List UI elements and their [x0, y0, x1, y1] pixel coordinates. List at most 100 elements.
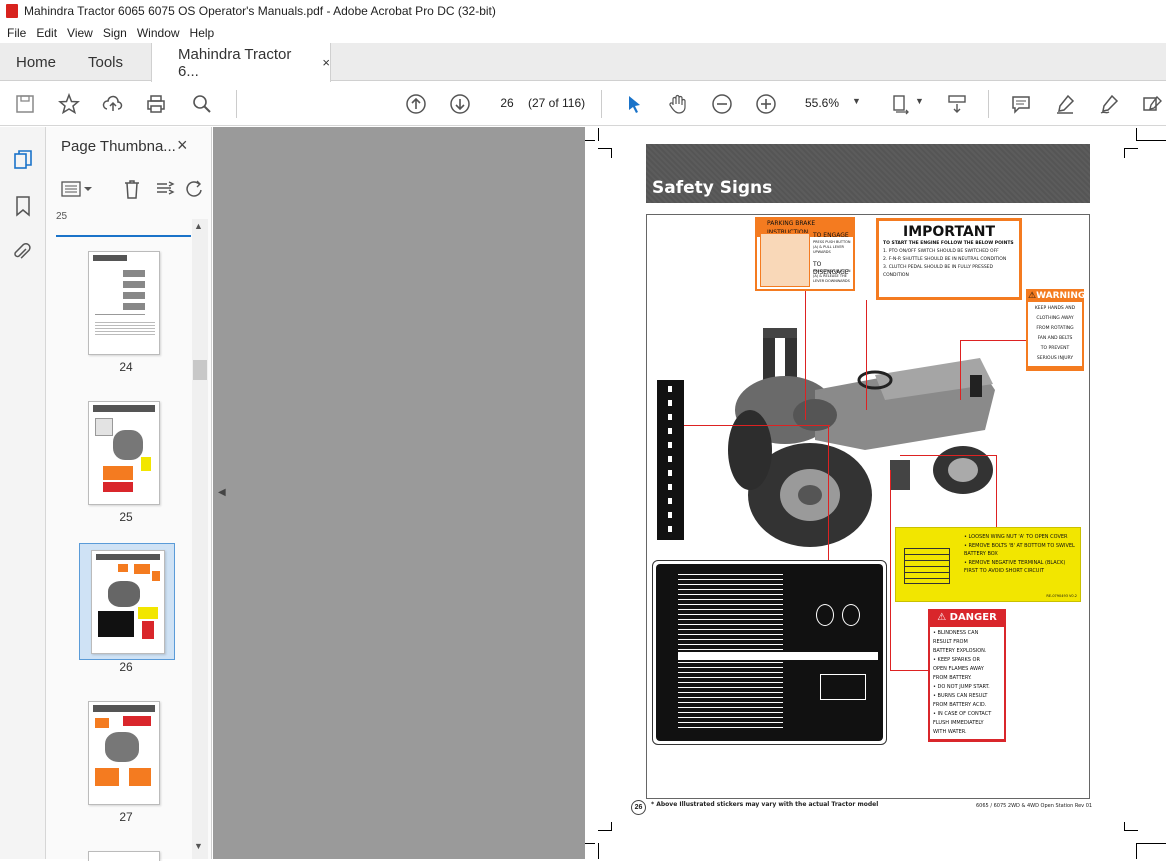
window-title: Mahindra Tractor 6065 6075 OS Operator's… — [24, 4, 496, 18]
crop-mark — [1124, 148, 1125, 158]
scroll-mode-icon[interactable] — [945, 92, 969, 116]
upload-cloud-icon[interactable] — [101, 92, 125, 116]
tab-home[interactable]: Home — [16, 43, 56, 81]
page-count: (27 of 116) — [528, 96, 586, 110]
footer-model-text: 6065 / 6075 2WD & 4WD Open Station Rev 0… — [976, 803, 1093, 809]
menu-edit[interactable]: Edit — [31, 26, 62, 40]
zoom-dropdown-icon[interactable]: ▼ — [852, 96, 861, 106]
scroll-down-arrow: ▼ — [194, 841, 203, 851]
important-point-1: 1. PTO ON/OFF SWITCH SHOULD BE SWITCHED … — [883, 249, 999, 254]
collapse-panel-arrow-icon[interactable]: ◀ — [218, 487, 226, 498]
crop-mark — [611, 822, 612, 831]
select-cursor-icon[interactable] — [622, 92, 646, 116]
draw-pen-icon[interactable] — [1097, 92, 1121, 116]
fit-dropdown-icon[interactable]: ▼ — [915, 96, 924, 106]
warning-line: CLOTHING AWAY — [1036, 316, 1074, 321]
rotate-page-icon[interactable] — [186, 178, 204, 203]
scroll-up-arrow: ▲ — [194, 221, 203, 231]
attachment-icon[interactable] — [12, 241, 32, 266]
vertical-control-sticker — [657, 380, 684, 540]
engage-label: TO ENGAGE — [813, 232, 849, 239]
battery-code: RE-0790493 V0.2 — [1046, 594, 1077, 598]
menu-file[interactable]: File — [2, 26, 31, 40]
footnote: * Above Illustrated stickers may vary wi… — [651, 801, 879, 808]
danger-sticker: ⚠ DANGER • BLINDNESS CAN RESULT FROM BAT… — [928, 609, 1006, 742]
thumbnail-page-24[interactable] — [88, 251, 160, 355]
page-fit-icon[interactable] — [890, 92, 914, 116]
thumbnail-options-icon[interactable] — [60, 180, 94, 201]
menu-window[interactable]: Window — [132, 26, 185, 40]
zoom-level[interactable]: 55.6% — [805, 96, 839, 110]
comment-icon[interactable] — [1009, 92, 1033, 116]
zoom-search-icon[interactable] — [190, 92, 214, 116]
scrollbar-thumb — [193, 360, 207, 380]
page-thumbnails-icon[interactable] — [12, 149, 34, 174]
danger-line: • BLINDNESS CAN — [933, 630, 979, 636]
leader-line — [900, 455, 996, 456]
section-title: Safety Signs — [652, 178, 773, 198]
warning-body: KEEP HANDS AND CLOTHING AWAY FROM ROTATI… — [1028, 302, 1082, 366]
danger-title: ⚠ DANGER — [937, 612, 997, 623]
thumbnail-page-27[interactable] — [88, 701, 160, 805]
danger-line: • KEEP SPARKS OR — [933, 657, 980, 663]
battery-sticker: • LOOSEN WING NUT 'A' TO OPEN COVER • RE… — [895, 527, 1081, 602]
star-icon[interactable] — [57, 92, 81, 116]
hand-tool-icon[interactable] — [666, 92, 690, 116]
menu-sign[interactable]: Sign — [98, 26, 132, 40]
print-icon[interactable] — [144, 92, 168, 116]
thumbnail-page-26[interactable] — [91, 550, 165, 654]
crop-mark — [1136, 128, 1137, 141]
tab-document-label: Mahindra Tractor 6... — [178, 45, 292, 80]
battery-diagram-icon — [904, 548, 950, 584]
crop-mark — [1124, 148, 1138, 149]
crop-mark — [585, 140, 595, 141]
highlight-pen-icon[interactable] — [1053, 92, 1077, 116]
warning-title: ⚠WARNING — [1028, 291, 1086, 301]
leader-line — [890, 670, 930, 671]
menu-view[interactable]: View — [62, 26, 98, 40]
gear-shift-sticker — [652, 560, 887, 745]
warning-line: FAN AND BELTS — [1037, 336, 1073, 341]
toolbar: 26 (27 of 116) 55.6% ▼ ▼ — [0, 82, 1166, 126]
parking-brake-pictogram — [760, 233, 810, 287]
thumbnail-page-25[interactable] — [88, 401, 160, 505]
panel-title: Page Thumbna... — [61, 138, 176, 155]
leader-line — [996, 455, 997, 530]
save-icon[interactable] — [13, 92, 37, 116]
page-up-icon[interactable] — [404, 92, 428, 116]
tab-close-button[interactable]: × — [322, 55, 330, 70]
danger-line: FROM BATTERY ACID. — [933, 702, 987, 708]
thumbnail-label: 26 — [119, 660, 133, 674]
warning-line: KEEP HANDS AND — [1034, 306, 1076, 311]
crop-mark — [1124, 830, 1138, 831]
warning-line: SERIOUS INJURY — [1036, 356, 1074, 361]
bookmark-icon[interactable] — [14, 195, 32, 220]
thumbnail-label: 24 — [119, 360, 133, 374]
tab-bar: Home Tools Mahindra Tractor 6... × — [0, 43, 1166, 82]
tab-tools[interactable]: Tools — [88, 43, 123, 81]
leader-line — [960, 340, 961, 400]
leader-line — [890, 470, 891, 670]
zoom-in-icon[interactable] — [754, 92, 778, 116]
thumbnail-scrollbar[interactable]: ▲ ▼ — [192, 219, 208, 859]
panel-close-button[interactable]: × — [177, 135, 188, 156]
battery-text: • LOOSEN WING NUT 'A' TO OPEN COVER • RE… — [964, 533, 1076, 576]
menu-help[interactable]: Help — [185, 26, 220, 40]
thumbnail-label: 27 — [119, 810, 133, 824]
tab-document[interactable]: Mahindra Tractor 6... × — [151, 43, 331, 82]
page-down-icon[interactable] — [448, 92, 472, 116]
delete-page-icon[interactable] — [122, 178, 142, 203]
danger-line: • IN CASE OF CONTACT — [933, 711, 992, 717]
crop-mark — [1136, 843, 1166, 844]
danger-line: • BURNS CAN RESULT — [933, 693, 988, 699]
page-number-badge: 26 — [631, 800, 646, 815]
crop-mark — [598, 128, 599, 141]
warning-triangle-icon: ⚠ — [1028, 291, 1037, 301]
extract-pages-icon[interactable] — [154, 178, 176, 203]
fill-sign-icon[interactable] — [1140, 92, 1164, 116]
engage-text: PRESS PUSH BUTTON (A) & PULL LEVER UPWAR… — [813, 240, 851, 254]
thumbnail-page-28[interactable] — [88, 851, 160, 861]
warning-line: FROM ROTATING — [1036, 326, 1074, 331]
page-number-input[interactable]: 26 — [492, 92, 522, 114]
zoom-out-icon[interactable] — [710, 92, 734, 116]
